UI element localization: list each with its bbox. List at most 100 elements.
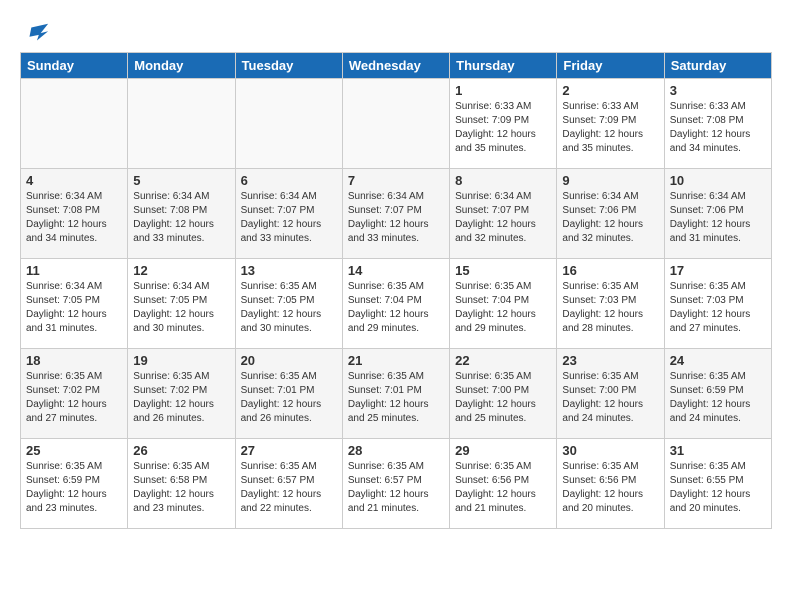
day-number: 17 xyxy=(670,263,766,278)
day-info: Sunrise: 6:35 AM Sunset: 7:00 PM Dayligh… xyxy=(455,370,551,426)
day-number: 21 xyxy=(348,353,444,368)
calendar-week-row: 18 Sunrise: 6:35 AM Sunset: 7:02 PM Dayli… xyxy=(21,349,772,439)
day-number: 2 xyxy=(562,83,658,98)
day-number: 19 xyxy=(133,353,229,368)
day-info: Sunrise: 6:35 AM Sunset: 7:04 PM Dayligh… xyxy=(455,280,551,336)
day-info: Sunrise: 6:35 AM Sunset: 7:01 PM Dayligh… xyxy=(348,370,444,426)
day-of-week-header: Thursday xyxy=(450,53,557,79)
day-info: Sunrise: 6:33 AM Sunset: 7:08 PM Dayligh… xyxy=(670,100,766,156)
calendar-cell: 20 Sunrise: 6:35 AM Sunset: 7:01 PM Dayli… xyxy=(235,349,342,439)
day-info: Sunrise: 6:35 AM Sunset: 7:00 PM Dayligh… xyxy=(562,370,658,426)
day-info: Sunrise: 6:33 AM Sunset: 7:09 PM Dayligh… xyxy=(455,100,551,156)
calendar-cell: 23 Sunrise: 6:35 AM Sunset: 7:00 PM Dayli… xyxy=(557,349,664,439)
day-of-week-header: Tuesday xyxy=(235,53,342,79)
day-number: 3 xyxy=(670,83,766,98)
day-number: 16 xyxy=(562,263,658,278)
day-number: 4 xyxy=(26,173,122,188)
day-number: 22 xyxy=(455,353,551,368)
day-of-week-header: Monday xyxy=(128,53,235,79)
calendar-cell: 14Sunrise: 6:35 AM Sunset: 7:04 PM Dayli… xyxy=(342,259,449,349)
day-info: Sunrise: 6:35 AM Sunset: 6:59 PM Dayligh… xyxy=(670,370,766,426)
calendar-week-row: 11 Sunrise: 6:34 AM Sunset: 7:05 PM Dayli… xyxy=(21,259,772,349)
calendar-week-row: 25Sunrise: 6:35 AM Sunset: 6:59 PM Dayli… xyxy=(21,439,772,529)
day-info: Sunrise: 6:35 AM Sunset: 7:03 PM Dayligh… xyxy=(670,280,766,336)
calendar-cell: 9 Sunrise: 6:34 AM Sunset: 7:06 PM Daylig… xyxy=(557,169,664,259)
day-info: Sunrise: 6:33 AM Sunset: 7:09 PM Dayligh… xyxy=(562,100,658,156)
day-info: Sunrise: 6:35 AM Sunset: 6:55 PM Dayligh… xyxy=(670,460,766,516)
logo-bird-icon xyxy=(22,20,50,48)
calendar-week-row: 1 Sunrise: 6:33 AM Sunset: 7:09 PM Daylig… xyxy=(21,79,772,169)
day-info: Sunrise: 6:34 AM Sunset: 7:08 PM Dayligh… xyxy=(133,190,229,246)
calendar-cell: 25Sunrise: 6:35 AM Sunset: 6:59 PM Dayli… xyxy=(21,439,128,529)
day-number: 23 xyxy=(562,353,658,368)
calendar-cell xyxy=(235,79,342,169)
day-of-week-header: Friday xyxy=(557,53,664,79)
day-of-week-header: Wednesday xyxy=(342,53,449,79)
day-number: 7 xyxy=(348,173,444,188)
calendar-cell: 5 Sunrise: 6:34 AM Sunset: 7:08 PM Daylig… xyxy=(128,169,235,259)
day-number: 11 xyxy=(26,263,122,278)
calendar-cell: 31 Sunrise: 6:35 AM Sunset: 6:55 PM Dayli… xyxy=(664,439,771,529)
calendar-cell: 3 Sunrise: 6:33 AM Sunset: 7:08 PM Daylig… xyxy=(664,79,771,169)
day-info: Sunrise: 6:34 AM Sunset: 7:05 PM Dayligh… xyxy=(133,280,229,336)
day-info: Sunrise: 6:35 AM Sunset: 7:02 PM Dayligh… xyxy=(133,370,229,426)
calendar-cell: 29Sunrise: 6:35 AM Sunset: 6:56 PM Dayli… xyxy=(450,439,557,529)
day-info: Sunrise: 6:35 AM Sunset: 7:04 PM Dayligh… xyxy=(348,280,444,336)
calendar-cell: 7 Sunrise: 6:34 AM Sunset: 7:07 PM Daylig… xyxy=(342,169,449,259)
calendar-cell: 26 Sunrise: 6:35 AM Sunset: 6:58 PM Dayli… xyxy=(128,439,235,529)
day-info: Sunrise: 6:34 AM Sunset: 7:07 PM Dayligh… xyxy=(348,190,444,246)
calendar-cell: 10Sunrise: 6:34 AM Sunset: 7:06 PM Dayli… xyxy=(664,169,771,259)
calendar-cell: 15 Sunrise: 6:35 AM Sunset: 7:04 PM Dayli… xyxy=(450,259,557,349)
calendar-cell: 28 Sunrise: 6:35 AM Sunset: 6:57 PM Dayli… xyxy=(342,439,449,529)
day-number: 30 xyxy=(562,443,658,458)
calendar-cell: 12 Sunrise: 6:34 AM Sunset: 7:05 PM Dayli… xyxy=(128,259,235,349)
calendar-cell: 2 Sunrise: 6:33 AM Sunset: 7:09 PM Daylig… xyxy=(557,79,664,169)
day-number: 27 xyxy=(241,443,337,458)
day-info: Sunrise: 6:35 AM Sunset: 6:58 PM Dayligh… xyxy=(133,460,229,516)
calendar-cell: 30 Sunrise: 6:35 AM Sunset: 6:56 PM Dayli… xyxy=(557,439,664,529)
day-info: Sunrise: 6:34 AM Sunset: 7:05 PM Dayligh… xyxy=(26,280,122,336)
day-number: 20 xyxy=(241,353,337,368)
day-info: Sunrise: 6:34 AM Sunset: 7:08 PM Dayligh… xyxy=(26,190,122,246)
day-info: Sunrise: 6:35 AM Sunset: 6:56 PM Dayligh… xyxy=(562,460,658,516)
calendar-cell xyxy=(21,79,128,169)
day-number: 31 xyxy=(670,443,766,458)
day-info: Sunrise: 6:35 AM Sunset: 6:57 PM Dayligh… xyxy=(241,460,337,516)
day-number: 26 xyxy=(133,443,229,458)
calendar-cell: 13Sunrise: 6:35 AM Sunset: 7:05 PM Dayli… xyxy=(235,259,342,349)
day-number: 28 xyxy=(348,443,444,458)
calendar-cell: 18 Sunrise: 6:35 AM Sunset: 7:02 PM Dayli… xyxy=(21,349,128,439)
day-info: Sunrise: 6:35 AM Sunset: 7:01 PM Dayligh… xyxy=(241,370,337,426)
day-info: Sunrise: 6:35 AM Sunset: 6:59 PM Dayligh… xyxy=(26,460,122,516)
page-header xyxy=(20,20,772,42)
calendar-week-row: 4 Sunrise: 6:34 AM Sunset: 7:08 PM Daylig… xyxy=(21,169,772,259)
day-info: Sunrise: 6:35 AM Sunset: 7:05 PM Dayligh… xyxy=(241,280,337,336)
day-info: Sunrise: 6:35 AM Sunset: 6:57 PM Dayligh… xyxy=(348,460,444,516)
calendar-cell: 27 Sunrise: 6:35 AM Sunset: 6:57 PM Dayli… xyxy=(235,439,342,529)
calendar-header-row: SundayMondayTuesdayWednesdayThursdayFrid… xyxy=(21,53,772,79)
calendar-cell: 1 Sunrise: 6:33 AM Sunset: 7:09 PM Daylig… xyxy=(450,79,557,169)
day-number: 12 xyxy=(133,263,229,278)
calendar-cell: 4 Sunrise: 6:34 AM Sunset: 7:08 PM Daylig… xyxy=(21,169,128,259)
day-of-week-header: Sunday xyxy=(21,53,128,79)
calendar-cell xyxy=(128,79,235,169)
day-number: 5 xyxy=(133,173,229,188)
calendar-cell xyxy=(342,79,449,169)
day-info: Sunrise: 6:35 AM Sunset: 6:56 PM Dayligh… xyxy=(455,460,551,516)
logo xyxy=(20,20,50,42)
day-number: 9 xyxy=(562,173,658,188)
day-info: Sunrise: 6:35 AM Sunset: 7:03 PM Dayligh… xyxy=(562,280,658,336)
day-info: Sunrise: 6:35 AM Sunset: 7:02 PM Dayligh… xyxy=(26,370,122,426)
day-number: 6 xyxy=(241,173,337,188)
calendar-cell: 11 Sunrise: 6:34 AM Sunset: 7:05 PM Dayli… xyxy=(21,259,128,349)
day-of-week-header: Saturday xyxy=(664,53,771,79)
day-number: 18 xyxy=(26,353,122,368)
day-number: 10 xyxy=(670,173,766,188)
day-info: Sunrise: 6:34 AM Sunset: 7:06 PM Dayligh… xyxy=(562,190,658,246)
day-number: 15 xyxy=(455,263,551,278)
calendar-cell: 16 Sunrise: 6:35 AM Sunset: 7:03 PM Dayli… xyxy=(557,259,664,349)
day-number: 1 xyxy=(455,83,551,98)
calendar-table: SundayMondayTuesdayWednesdayThursdayFrid… xyxy=(20,52,772,529)
calendar-cell: 19 Sunrise: 6:35 AM Sunset: 7:02 PM Dayli… xyxy=(128,349,235,439)
calendar-cell: 8Sunrise: 6:34 AM Sunset: 7:07 PM Daylig… xyxy=(450,169,557,259)
